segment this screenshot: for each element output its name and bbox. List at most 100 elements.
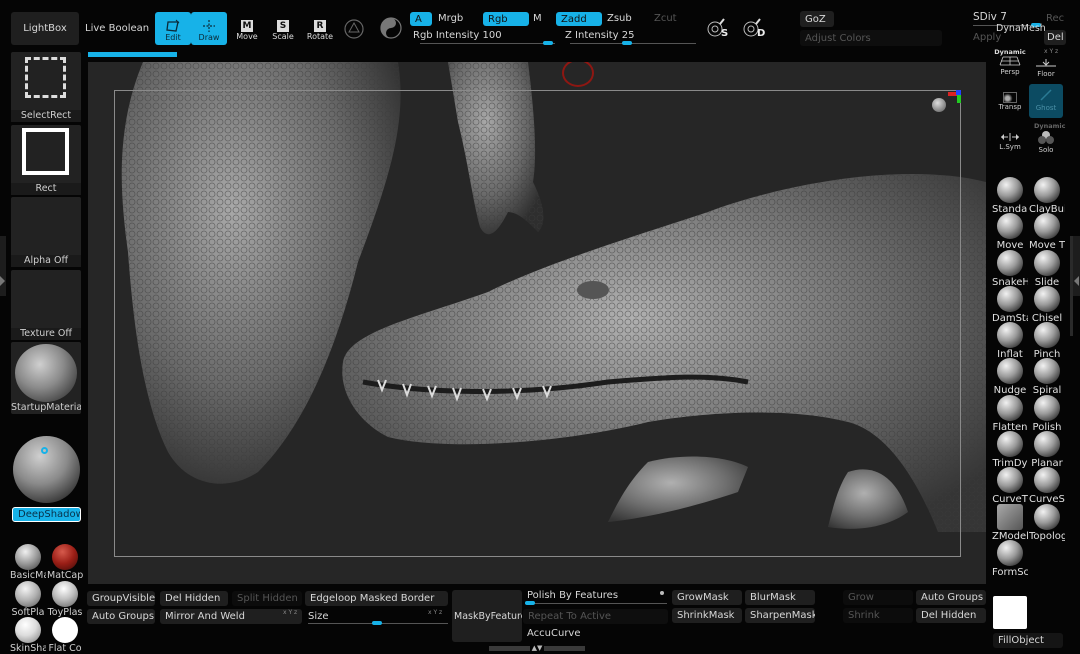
fill-color-swatch[interactable] xyxy=(993,596,1027,629)
sharpen-mask-button[interactable]: SharpenMask xyxy=(745,608,815,623)
ghost-button[interactable]: Ghost xyxy=(1029,84,1063,118)
alpha-button[interactable]: Alpha Off xyxy=(11,197,81,267)
shrink-mask-button[interactable]: ShrinkMask xyxy=(672,608,742,623)
select-rect-button[interactable]: SelectRect xyxy=(11,52,81,122)
m-button[interactable]: M xyxy=(533,13,542,24)
accucurve-button[interactable]: AccuCurve xyxy=(527,628,581,639)
brush-polish[interactable]: Polish xyxy=(1029,395,1065,433)
right-tray-toggle[interactable] xyxy=(1073,236,1080,296)
live-boolean-button[interactable]: Live Boolean xyxy=(85,23,149,34)
brush-slide[interactable]: Slide xyxy=(1029,250,1065,288)
repeat-to-active-button[interactable]: Repeat To Active xyxy=(523,609,668,624)
polish-knob[interactable] xyxy=(525,601,535,605)
size-xyz-toggle[interactable]: x Y z xyxy=(428,609,442,616)
grow-mask-button[interactable]: GrowMask xyxy=(672,590,742,605)
edit-tool-button[interactable]: Edit xyxy=(155,12,191,45)
material-skinshade[interactable]: SkinSha xyxy=(10,617,46,654)
material-softplastic[interactable]: SoftPla xyxy=(10,581,46,618)
brush-inflat[interactable]: Inflat xyxy=(992,322,1028,360)
rgb-intensity-slider[interactable] xyxy=(420,43,555,44)
material-basic[interactable]: BasicMa xyxy=(10,544,46,581)
material-matcap[interactable]: MatCap xyxy=(47,544,83,581)
size-slider-knob[interactable] xyxy=(372,621,382,625)
brush-standard[interactable]: Standard xyxy=(992,177,1028,215)
brush-move-topological[interactable]: Move T xyxy=(1029,213,1065,251)
material-flatcolor[interactable]: Flat Co xyxy=(47,617,83,654)
transpose-icon[interactable] xyxy=(343,18,365,40)
axis-gizmo-icon[interactable] xyxy=(930,90,962,120)
blur-mask-button[interactable]: BlurMask xyxy=(745,590,815,605)
spotlight-s-button[interactable]: S xyxy=(706,18,732,40)
z-intensity-slider[interactable] xyxy=(570,43,696,44)
rect-button[interactable]: Rect xyxy=(11,125,81,195)
rgb-button[interactable]: Rgb xyxy=(483,12,529,26)
split-hidden-button[interactable]: Split Hidden xyxy=(232,591,302,606)
viewport-canvas[interactable] xyxy=(88,62,986,584)
dynamesh-button[interactable]: DynaMesh xyxy=(996,23,1046,34)
brush-chisel[interactable]: Chisel xyxy=(1029,286,1065,324)
group-visible-button[interactable]: GroupVisible xyxy=(87,591,155,606)
solo-button[interactable]: Solo xyxy=(1029,130,1063,154)
brush-flatten[interactable]: Flatten xyxy=(992,395,1028,433)
brush-topology[interactable]: Topology xyxy=(1029,504,1065,542)
brush-trimdynamic[interactable]: TrimDy xyxy=(992,431,1028,469)
goz-button[interactable]: GoZ xyxy=(800,11,834,27)
brush-move[interactable]: Move xyxy=(992,213,1028,251)
material-button[interactable]: StartupMateria xyxy=(11,342,81,414)
deep-shadow-button[interactable]: DeepShadow xyxy=(12,507,81,522)
sculptris-icon[interactable] xyxy=(379,16,403,40)
texture-button[interactable]: Texture Off xyxy=(11,270,81,340)
brush-pinch[interactable]: Pinch xyxy=(1029,322,1065,360)
scale-tool-button[interactable]: S Scale xyxy=(265,12,301,45)
color-picker-sphere[interactable] xyxy=(13,436,80,503)
transp-button[interactable]: Transp xyxy=(993,92,1027,111)
brush-curvestrap[interactable]: CurveSt xyxy=(1029,467,1065,505)
del-hidden-button[interactable]: Del Hidden xyxy=(160,591,228,606)
brush-snakehook[interactable]: SnakeHook xyxy=(992,250,1028,288)
rotate-tool-button[interactable]: R Rotate xyxy=(302,12,338,45)
shrink-button[interactable]: Shrink xyxy=(843,608,913,623)
brush-curvetube[interactable]: CurveT xyxy=(992,467,1028,505)
brush-planar[interactable]: Planar xyxy=(1029,431,1065,469)
apply-button[interactable]: Apply xyxy=(973,32,1001,43)
fill-object-button[interactable]: FillObject xyxy=(993,633,1063,648)
mask-by-feature-button[interactable]: MaskByFeature xyxy=(452,590,522,642)
left-tray-toggle[interactable] xyxy=(0,236,6,296)
brush-nudge[interactable]: Nudge xyxy=(992,358,1028,396)
material-toyplastic[interactable]: ToyPlas xyxy=(47,581,83,618)
brush-zmodeler[interactable]: ZModel xyxy=(992,504,1028,542)
polish-by-features-slider[interactable]: Polish By Features xyxy=(527,590,618,601)
auto-groups-button[interactable]: Auto Groups xyxy=(87,609,155,624)
rgb-intensity-knob[interactable] xyxy=(543,41,553,45)
brush-spiral[interactable]: Spiral xyxy=(1029,358,1065,396)
grow-button[interactable]: Grow xyxy=(843,590,913,605)
del-hidden-2-button[interactable]: Del Hidden xyxy=(916,608,986,623)
brush-claybuildup[interactable]: ClayBuild xyxy=(1029,177,1065,215)
reconstruct-button[interactable]: Rec xyxy=(1046,13,1064,24)
mrgb-button[interactable]: Mrgb xyxy=(438,13,463,24)
adjust-colors-button[interactable]: Adjust Colors xyxy=(800,30,942,46)
draw-tool-button[interactable]: Draw xyxy=(191,12,227,45)
auto-groups-2-button[interactable]: Auto Groups xyxy=(916,590,986,605)
mirror-xyz-toggle[interactable]: x Y z xyxy=(283,609,297,616)
mirror-and-weld-button[interactable]: Mirror And Weld xyxy=(160,609,302,624)
brush-formsoft[interactable]: FormSc xyxy=(992,540,1028,578)
sdiv-slider[interactable]: SDiv 7 xyxy=(973,11,1007,23)
persp-button[interactable]: Dynamic Persp xyxy=(993,48,1027,76)
brush-damstandard[interactable]: DamStandard xyxy=(992,286,1028,324)
z-intensity-knob[interactable] xyxy=(622,41,632,45)
zcut-button[interactable]: Zcut xyxy=(654,13,677,24)
zsub-button[interactable]: Zsub xyxy=(607,13,632,24)
move-tool-button[interactable]: M Move xyxy=(229,12,265,45)
xyz-toggle[interactable]: x Y z xyxy=(1044,48,1058,55)
floor-button[interactable]: Floor xyxy=(1029,58,1063,78)
spotlight-d-button[interactable]: D xyxy=(742,18,768,40)
lsym-button[interactable]: L.Sym xyxy=(993,133,1027,151)
edgeloop-masked-border-button[interactable]: Edgeloop Masked Border xyxy=(305,591,448,606)
lightbox-button[interactable]: LightBox xyxy=(11,12,79,45)
del-button[interactable]: Del xyxy=(1044,30,1066,45)
polish-track[interactable] xyxy=(525,603,667,604)
a-button[interactable]: A xyxy=(410,12,432,26)
brush-scrollbar[interactable] xyxy=(1070,236,1073,336)
zadd-button[interactable]: Zadd xyxy=(556,12,602,26)
